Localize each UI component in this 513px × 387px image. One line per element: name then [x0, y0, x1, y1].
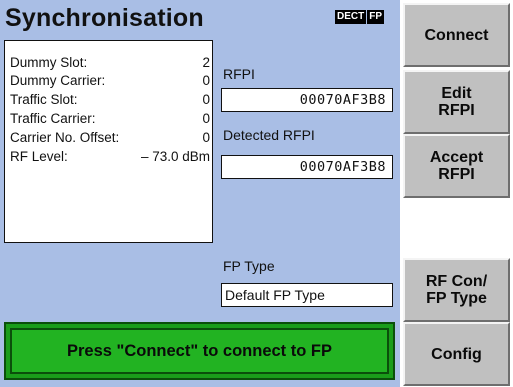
status-label: Traffic Carrier:: [10, 111, 96, 126]
status-label: Dummy Slot:: [10, 55, 88, 70]
fp-type-field: Default FP Type: [221, 283, 393, 307]
connect-button[interactable]: Connect: [403, 3, 510, 67]
accept-rfpi-button[interactable]: Accept RFPI: [403, 134, 510, 198]
status-row-traffic-carrier: Traffic Carrier: 0: [10, 109, 210, 129]
status-row-traffic-slot: Traffic Slot: 0: [10, 90, 210, 110]
status-row-carrier-offset: Carrier No. Offset: 0: [10, 128, 210, 148]
status-label: Carrier No. Offset:: [10, 130, 120, 145]
rf-con-fp-type-button[interactable]: RF Con/ FP Type: [403, 258, 510, 322]
status-message: Press "Connect" to connect to FP: [10, 328, 389, 374]
status-row-dummy-carrier: Dummy Carrier: 0: [10, 71, 210, 91]
status-value: 0: [202, 130, 210, 145]
status-label: RF Level:: [10, 149, 68, 164]
page-title: Synchronisation: [5, 4, 204, 32]
edit-rfpi-button[interactable]: Edit RFPI: [403, 70, 510, 134]
status-message-box: Press "Connect" to connect to FP: [4, 322, 395, 380]
status-value: 0: [202, 111, 210, 126]
badge-fp: FP: [367, 10, 385, 24]
status-row-rf-level: RF Level: – 73.0 dBm: [10, 147, 210, 167]
config-button[interactable]: Config: [403, 322, 510, 386]
status-label: Traffic Slot:: [10, 92, 78, 107]
main-panel: Synchronisation DECT FP Dummy Slot: 2 Du…: [0, 0, 400, 387]
status-row-dummy-slot: Dummy Slot: 2: [10, 53, 210, 73]
detected-rfpi-field: 00070AF3B8: [221, 155, 393, 179]
rfpi-label: RFPI: [223, 66, 255, 82]
badge-dect: DECT: [335, 10, 367, 24]
fp-type-label: FP Type: [223, 258, 275, 274]
status-value: 0: [202, 92, 210, 107]
status-value: 2: [202, 55, 210, 70]
status-box: Dummy Slot: 2 Dummy Carrier: 0 Traffic S…: [4, 40, 213, 243]
dect-fp-badge: DECT FP: [335, 10, 385, 24]
status-label: Dummy Carrier:: [10, 73, 106, 88]
status-value: – 73.0 dBm: [140, 149, 210, 164]
status-value: 0: [202, 73, 210, 88]
detected-rfpi-label: Detected RFPI: [223, 127, 315, 143]
rfpi-field: 00070AF3B8: [221, 88, 393, 112]
